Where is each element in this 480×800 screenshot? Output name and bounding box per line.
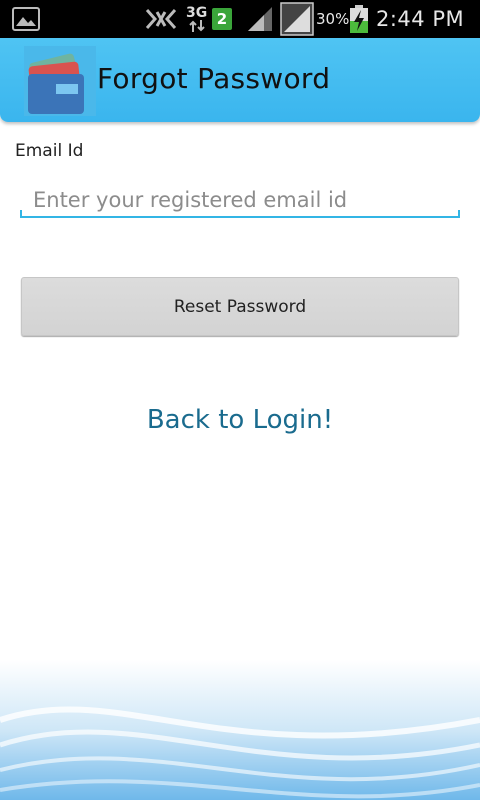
data-arrows-icon: 3G xyxy=(186,0,207,38)
decorative-wave-background xyxy=(0,660,480,800)
email-underline xyxy=(20,216,460,218)
battery-percent: 30% xyxy=(316,10,350,28)
app-bar: Forgot Password xyxy=(0,38,480,122)
email-label: Email Id xyxy=(15,141,84,161)
status-bar: 3G 2 30% 2:44 PM xyxy=(0,0,480,38)
no-signal-icon xyxy=(145,0,177,38)
clock: 2:44 PM xyxy=(376,7,465,31)
network-type: 3G xyxy=(186,5,208,21)
gallery-icon xyxy=(12,7,40,35)
battery-charging-icon xyxy=(349,0,369,38)
email-input[interactable] xyxy=(20,180,460,220)
wallet-cards-icon xyxy=(24,46,96,116)
email-underline-right-tick xyxy=(458,210,460,218)
back-to-login-link[interactable]: Back to Login! xyxy=(0,405,480,435)
sim-badge: 2 xyxy=(212,8,232,30)
reset-password-button[interactable]: Reset Password xyxy=(21,277,459,336)
signal-box-icon xyxy=(280,0,314,38)
sim-badge-wrap: 2 xyxy=(212,0,232,38)
email-underline-left-tick xyxy=(20,210,22,218)
signal-icon xyxy=(246,0,274,38)
page-title: Forgot Password xyxy=(97,62,331,95)
